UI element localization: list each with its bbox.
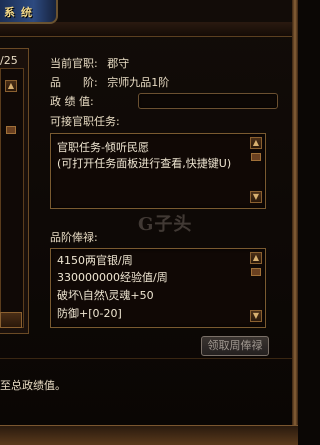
footer-text: 至总政绩值。 <box>0 379 66 392</box>
salary-textbox: 4150两官银/周 330000000经验值/周 破坏\自然\灵魂+50 防御+… <box>50 248 266 328</box>
left-scroll-down-button[interactable] <box>0 312 22 328</box>
window-right-border <box>292 0 298 444</box>
salary-scroll-up-icon[interactable]: ▲ <box>250 252 262 264</box>
tasks-scroll-down-icon[interactable]: ▼ <box>250 191 262 203</box>
merit-value-box <box>138 93 278 109</box>
grade-label: 品 阶: <box>50 76 98 89</box>
watermark-logo: G子头 <box>138 214 193 235</box>
bottom-bar <box>0 425 298 445</box>
tasks-scrollbar[interactable]: ▲ ▼ <box>250 135 262 205</box>
merit-label: 政 绩 值: <box>50 95 94 108</box>
left-scroll-up-icon[interactable]: ▲ <box>5 80 17 92</box>
task-line-2: (可打开任务面板进行查看,快捷键U) <box>57 157 232 170</box>
claim-weekly-salary-button[interactable]: 领取周俸禄 <box>201 336 269 356</box>
salary-scroll-thumb[interactable] <box>251 268 261 276</box>
task-line-1: 官职任务-倾听民愿 <box>57 141 149 154</box>
salary-line-2: 330000000经验值/周 <box>57 271 168 284</box>
salary-scroll-down-icon[interactable]: ▼ <box>250 310 262 322</box>
salary-line-1: 4150两官银/周 <box>57 254 133 267</box>
tasks-textbox: 官职任务-倾听民愿 (可打开任务面板进行查看,快捷键U) <box>50 133 266 209</box>
salary-line-4: 防御+[0-20] <box>57 307 122 320</box>
merit-row: 政 绩 值: <box>50 93 94 109</box>
rank-row: 当前官职: 郡守 <box>50 55 129 71</box>
left-count-text: /25 <box>0 54 18 67</box>
window-title: 系统 <box>4 6 38 19</box>
tasks-header: 可接官职任务: <box>50 115 120 128</box>
left-scroll-thumb[interactable] <box>6 126 16 134</box>
grade-value: 宗师九品1阶 <box>107 76 170 89</box>
rank-label: 当前官职: <box>50 57 98 70</box>
tasks-scroll-up-icon[interactable]: ▲ <box>250 137 262 149</box>
salary-scrollbar[interactable]: ▲ ▼ <box>250 250 262 324</box>
grade-row: 品 阶: 宗师九品1阶 <box>50 74 169 90</box>
tasks-scroll-thumb[interactable] <box>251 153 261 161</box>
rank-value: 郡守 <box>107 57 130 70</box>
separator <box>0 358 292 359</box>
official-panel-window: 系统 /25 ▲ 当前官职: 郡守 品 阶: 宗师九品1阶 政 绩 值: 可接官… <box>0 0 298 445</box>
salary-line-3: 破坏\自然\灵魂+50 <box>57 289 154 302</box>
title-bar: 系统 <box>0 0 58 24</box>
title-decoration <box>0 22 298 37</box>
left-scrollbar[interactable]: ▲ <box>5 70 17 326</box>
salary-header: 品阶俸禄: <box>50 231 98 244</box>
